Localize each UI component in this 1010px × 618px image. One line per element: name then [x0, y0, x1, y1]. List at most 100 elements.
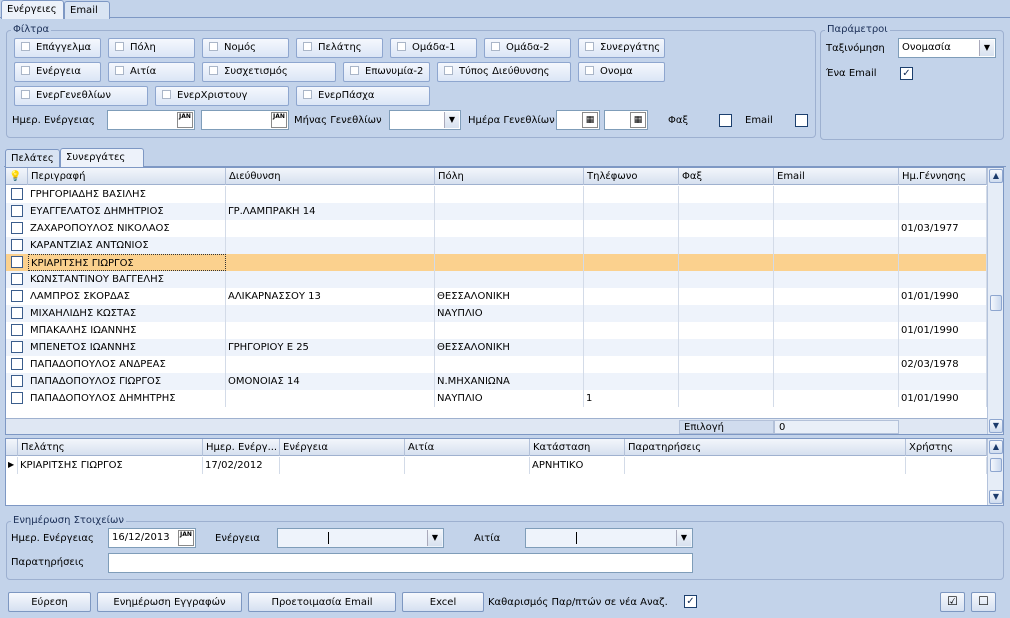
table-row[interactable]: ΠΑΠΑΔΟΠΟΥΛΟΣ ΑΝΔΡΕΑΣ 02/03/1978 [6, 356, 987, 373]
row-checkbox[interactable] [11, 273, 23, 285]
chevron-down-icon[interactable]: ▼ [676, 530, 691, 546]
filter-chip-customer[interactable]: Πελάτης [296, 38, 383, 58]
subtab-partners[interactable]: Συνεργάτες [60, 148, 144, 167]
update-date-input[interactable]: 16/12/2013 JAN [108, 528, 196, 548]
col-action[interactable]: Ενέργεια [280, 439, 405, 456]
email-checkbox[interactable] [795, 114, 808, 127]
row-checkbox[interactable] [11, 341, 23, 353]
birth-day-to-input[interactable]: ▦ [604, 110, 648, 130]
filter-chip-group2[interactable]: Ομάδα-2 [484, 38, 571, 58]
filter-chip-city[interactable]: Πόλη [108, 38, 195, 58]
prepare-email-button[interactable]: Προετοιμασία Email [248, 592, 396, 612]
col-email[interactable]: Email [774, 168, 899, 185]
table-row[interactable]: ΖΑΧΑΡΟΠΟΥΛΟΣ ΝΙΚΟΛΑΟΣ 01/03/1977 [6, 220, 987, 237]
col-fax[interactable]: Φαξ [679, 168, 774, 185]
table-cell [774, 322, 899, 339]
birth-day-from-input[interactable]: ▦ [556, 110, 600, 130]
excel-button[interactable]: Excel [402, 592, 484, 612]
table-row[interactable]: ΚΑΡΑΝΤΖΙΑΣ ΑΝΤΩΝΙΟΣ [6, 237, 987, 254]
one-email-checkbox[interactable]: ✓ [900, 67, 913, 80]
action-date-from-input[interactable]: JAN [107, 110, 195, 130]
update-records-button[interactable]: Ενημέρωση Εγγραφών [97, 592, 242, 612]
fax-checkbox[interactable] [719, 114, 732, 127]
filter-chip-profession[interactable]: Επάγγελμα [14, 38, 101, 58]
col-customer[interactable]: Πελάτης [18, 439, 203, 456]
filter-chip-birthday-action[interactable]: ΕνερΓενεθλίων [14, 86, 148, 106]
update-reason-select[interactable]: ▼ [525, 528, 693, 548]
col-city[interactable]: Πόλη [435, 168, 584, 185]
action-row[interactable]: ▶ ΚΡΙΑΡΙΤΣΗΣ ΓΙΩΡΓΟΣ 17/02/2012 ΑΡΝΗΤΙΚΟ [6, 457, 987, 474]
table-row[interactable]: ΜΙΧΑΗΛΙΔΗΣ ΚΩΣΤΑΣ ΝΑΥΠΛΙΟ [6, 305, 987, 322]
uncheck-all-icon[interactable]: ☐ [971, 592, 996, 612]
chevron-down-icon[interactable]: ▼ [444, 112, 459, 128]
table-row[interactable]: ΕΥΑΓΓΕΛΑΤΟΣ ΔΗΜΗΤΡΙΟΣ ΓΡ.ΛΑΜΠΡΑΚΗ 14 [6, 203, 987, 220]
col-address[interactable]: Διεύθυνση [226, 168, 435, 185]
row-checkbox[interactable] [11, 188, 23, 200]
filter-chip-easter-action[interactable]: ΕνερΠάσχα [296, 86, 430, 106]
search-button[interactable]: Εύρεση [8, 592, 91, 612]
table-row[interactable]: ΚΩΝΣΤΑΝΤΙΝΟΥ ΒΑΓΓΕΛΗΣ [6, 271, 987, 288]
actions-scrollbar[interactable]: ▲ ▼ [987, 439, 1003, 505]
filter-chip-group1[interactable]: Ομάδα-1 [390, 38, 477, 58]
chevron-down-icon[interactable]: ▼ [979, 40, 994, 56]
check-all-icon[interactable]: ☑ [940, 592, 965, 612]
update-notes-input[interactable] [108, 553, 693, 573]
scroll-thumb[interactable] [990, 458, 1002, 472]
sort-select[interactable]: Ονομασία ▼ [898, 38, 996, 58]
checkbox-icon [21, 66, 30, 75]
row-checkbox[interactable] [11, 239, 23, 251]
filter-chip-name[interactable]: Ονομα [578, 62, 665, 82]
filter-chip-name2[interactable]: Επωνυμία-2 [343, 62, 430, 82]
col-user[interactable]: Χρήστης [906, 439, 987, 456]
birth-month-select[interactable]: ▼ [389, 110, 461, 130]
col-action-date[interactable]: Ημερ. Ενέργ... [203, 439, 280, 456]
row-checkbox[interactable] [11, 358, 23, 370]
row-checkbox[interactable] [11, 256, 23, 268]
col-reason[interactable]: Αιτία [405, 439, 530, 456]
filter-chip-action[interactable]: Ενέργεια [14, 62, 101, 82]
col-status[interactable]: Κατάσταση [530, 439, 625, 456]
row-checkbox[interactable] [11, 205, 23, 217]
row-checkbox[interactable] [11, 324, 23, 336]
scroll-down-icon[interactable]: ▼ [989, 419, 1003, 433]
col-notes[interactable]: Παρατηρήσεις [625, 439, 906, 456]
subtab-customers[interactable]: Πελάτες [5, 149, 60, 167]
chevron-down-icon[interactable]: ▼ [427, 530, 442, 546]
row-checkbox[interactable] [11, 375, 23, 387]
table-row[interactable]: ΚΡΙΑΡΙΤΣΗΣ ΓΙΩΡΓΟΣ [6, 254, 987, 271]
row-checkbox[interactable] [11, 222, 23, 234]
table-row[interactable]: ΜΠΕΝΕΤΟΣ ΙΩΑΝΝΗΣ ΓΡΗΓΟΡΙΟΥ Ε 25 ΘΕΣΣΑΛΟΝΙΚ… [6, 339, 987, 356]
calculator-icon[interactable]: ▦ [582, 112, 598, 128]
filter-chip-correlation[interactable]: Συσχετισμός [202, 62, 336, 82]
tab-energies[interactable]: Ενέργειες [1, 0, 64, 19]
scroll-up-icon[interactable]: ▲ [989, 169, 1003, 183]
calendar-icon[interactable]: JAN [271, 112, 287, 128]
grid-scrollbar[interactable]: ▲ ▼ [987, 168, 1003, 434]
scroll-thumb[interactable] [990, 295, 1002, 311]
calendar-icon[interactable]: JAN [178, 530, 194, 546]
filter-chip-address-type[interactable]: Τύπος Διεύθυνσης [437, 62, 571, 82]
action-date-to-input[interactable]: JAN [201, 110, 289, 130]
table-row[interactable]: ΜΠΑΚΑΛΗΣ ΙΩΑΝΝΗΣ 01/01/1990 [6, 322, 987, 339]
table-row[interactable]: ΠΑΠΑΔΟΠΟΥΛΟΣ ΓΙΩΡΓΟΣ ΟΜΟΝΟΙΑΣ 14 Ν.ΜΗΧΑΝΙΩ… [6, 373, 987, 390]
table-row[interactable]: ΠΑΠΑΔΟΠΟΥΛΟΣ ΔΗΜΗΤΡΗΣ ΝΑΥΠΛΙΟ 1 01/01/1990 [6, 390, 987, 407]
scroll-down-icon[interactable]: ▼ [989, 490, 1003, 504]
tab-email[interactable]: Email [64, 1, 110, 19]
col-description[interactable]: Περιγραφή [28, 168, 226, 185]
row-checkbox[interactable] [11, 307, 23, 319]
clear-params-checkbox[interactable]: ✓ [684, 595, 697, 608]
col-phone[interactable]: Τηλέφωνο [584, 168, 679, 185]
row-checkbox[interactable] [11, 392, 23, 404]
filter-chip-partner[interactable]: Συνεργάτης [578, 38, 665, 58]
update-action-select[interactable]: ▼ [277, 528, 444, 548]
calculator-icon[interactable]: ▦ [630, 112, 646, 128]
scroll-up-icon[interactable]: ▲ [989, 440, 1003, 454]
table-row[interactable]: ΓΡΗΓΟΡΙΑΔΗΣ ΒΑΣΙΛΗΣ [6, 186, 987, 203]
calendar-icon[interactable]: JAN [177, 112, 193, 128]
filter-chip-prefecture[interactable]: Νομός [202, 38, 289, 58]
col-birthdate[interactable]: Ημ.Γέννησης [899, 168, 987, 185]
table-row[interactable]: ΛΑΜΠΡΟΣ ΣΚΟΡΔΑΣ ΑΛΙΚΑΡΝΑΣΣΟΥ 13 ΘΕΣΣΑΛΟΝΙΚ… [6, 288, 987, 305]
filter-chip-christmas-action[interactable]: ΕνερΧριστουγ [155, 86, 289, 106]
filter-chip-reason[interactable]: Αιτία [108, 62, 195, 82]
row-checkbox[interactable] [11, 290, 23, 302]
